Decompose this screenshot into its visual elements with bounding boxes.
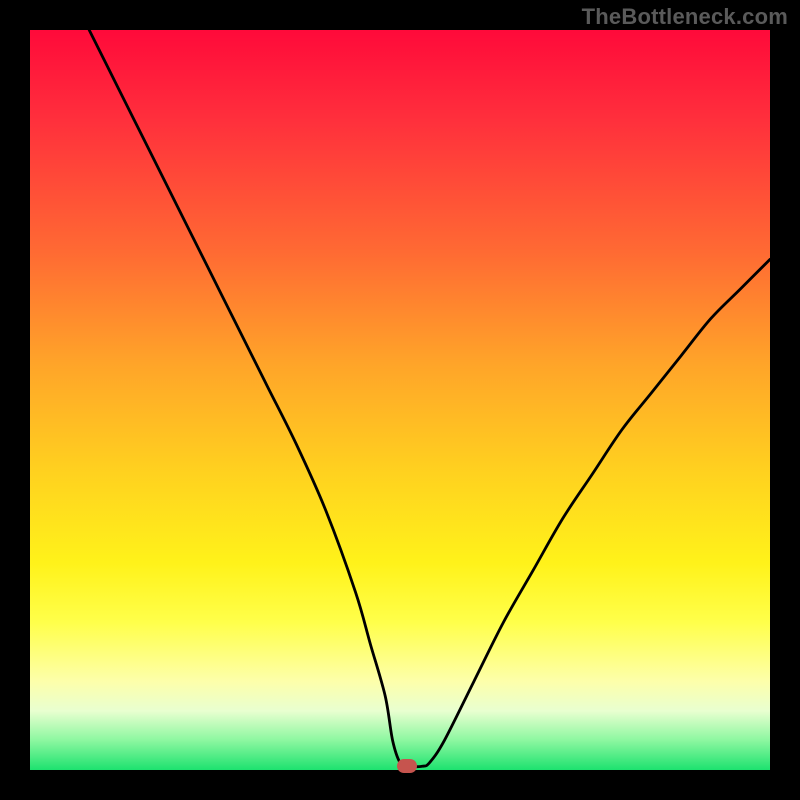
chart-frame: TheBottleneck.com (0, 0, 800, 800)
plot-area (30, 30, 770, 770)
optimal-marker (397, 759, 417, 773)
watermark-label: TheBottleneck.com (582, 4, 788, 30)
bottleneck-curve (89, 30, 770, 767)
curve-svg (30, 30, 770, 770)
